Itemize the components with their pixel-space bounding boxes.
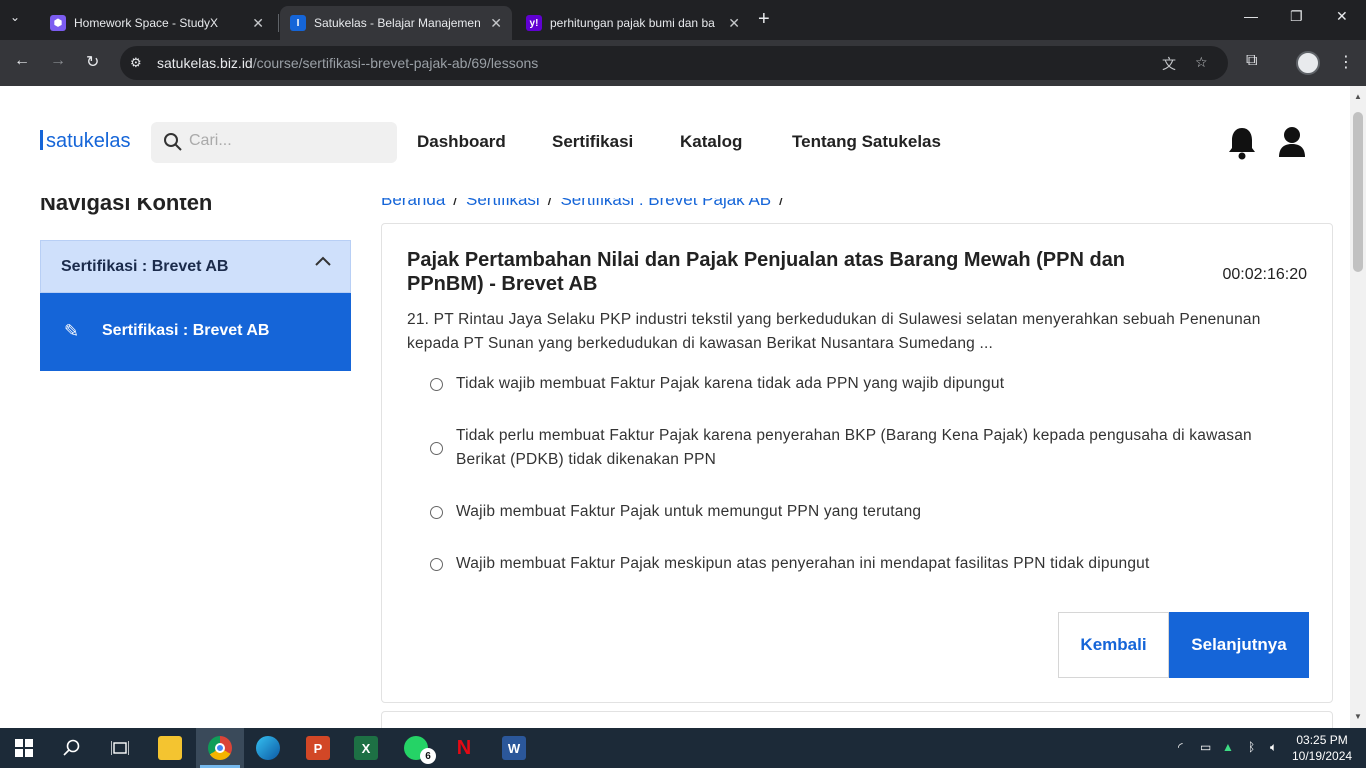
close-window-icon[interactable]: ✕ [1336, 8, 1348, 25]
answer-option-4[interactable]: Wajib membuat Faktur Pajak meskipun atas… [430, 552, 1290, 576]
url-host: satukelas.biz.id [157, 55, 253, 71]
tab-title: Satukelas - Belajar Manajemen [314, 16, 481, 30]
restore-icon[interactable]: ❐ [1290, 8, 1303, 25]
sidebar-item-label: Sertifikasi : Brevet AB [102, 322, 270, 339]
bell-icon[interactable] [1227, 126, 1257, 165]
studyx-hexagon-icon: ⬢ [50, 15, 66, 31]
nav-tentang-satukelas[interactable]: Tentang Satukelas [792, 132, 941, 152]
file-explorer-icon[interactable] [158, 736, 182, 760]
satukelas-logo[interactable]: satukelas [40, 130, 131, 153]
forward-arrow-icon[interactable]: → [50, 52, 66, 70]
quiz-card: Pajak Pertambahan Nilai dan Pajak Penjua… [381, 223, 1333, 703]
search-icon[interactable] [60, 736, 84, 760]
close-tab-icon[interactable]: ✕ [490, 15, 502, 32]
accordion-header[interactable]: Sertifikasi : Brevet AB [40, 240, 351, 293]
tab-title: perhitungan pajak bumi dan ba [550, 16, 715, 30]
pencil-icon: ✎ [64, 321, 80, 341]
site-header: satukelas Dashboard Sertifikasi Katalog … [0, 86, 1350, 198]
url-path: /course/sertifikasi--brevet-pajak-ab/69/… [252, 55, 539, 71]
close-tab-icon[interactable]: ✕ [252, 15, 264, 32]
user-icon[interactable] [1278, 126, 1306, 163]
whatsapp-icon[interactable]: 6 [404, 736, 436, 764]
wifi-icon[interactable]: ◜ [1178, 740, 1183, 754]
back-arrow-icon[interactable]: ← [14, 52, 30, 70]
chrome-icon[interactable] [208, 736, 232, 760]
radio-button[interactable] [430, 377, 443, 391]
option-text: Tidak wajib membuat Faktur Pajak karena … [456, 375, 1005, 392]
excel-icon[interactable]: X [354, 736, 378, 760]
quiz-timer: 00:02:16:20 [1222, 266, 1307, 283]
search-box[interactable] [151, 122, 397, 163]
chevron-up-icon[interactable] [314, 253, 332, 276]
address-bar[interactable]: ⚙ satukelas.biz.id/course/sertifikasi--b… [120, 46, 1228, 80]
minimize-icon[interactable]: — [1244, 8, 1258, 24]
back-button[interactable]: Kembali [1058, 612, 1169, 678]
clock-date: 10/19/2024 [1292, 749, 1353, 763]
extensions-icon[interactable]: ⧉ [1246, 52, 1257, 70]
option-text: Wajib membuat Faktur Pajak untuk memungu… [456, 503, 922, 520]
tab-satukelas[interactable]: I Satukelas - Belajar Manajemen ✕ [280, 6, 512, 40]
next-button[interactable]: Selanjutnya [1169, 612, 1309, 678]
search-icon [163, 132, 183, 157]
radio-button[interactable] [430, 557, 443, 571]
new-tab-icon[interactable]: + [758, 8, 770, 31]
clock-time: 03:25 PM [1296, 733, 1348, 747]
nav-katalog[interactable]: Katalog [680, 132, 742, 152]
tab-search-icon[interactable]: ⌄ [10, 10, 20, 24]
windows-start-icon[interactable] [12, 736, 36, 760]
radio-button[interactable] [430, 505, 443, 519]
browser-toolbar: ← → ↻ ⚙ satukelas.biz.id/course/sertifik… [0, 40, 1366, 86]
logo-text: satukelas [46, 130, 131, 152]
word-icon[interactable]: W [502, 736, 526, 760]
profile-avatar[interactable] [1296, 51, 1320, 75]
option-text: Wajib membuat Faktur Pajak meskipun atas… [456, 555, 1150, 572]
task-view-icon[interactable] [108, 736, 132, 760]
page-scrollbar[interactable]: ▲ ▼ [1350, 86, 1366, 728]
tab-title: Homework Space - StudyX [74, 16, 219, 30]
tab-divider [278, 14, 279, 32]
edge-icon[interactable] [256, 736, 280, 760]
question-text: 21. PT Rintau Jaya Selaku PKP industri t… [407, 311, 1261, 352]
windows-taskbar: P X 6 N W ◜ ▭ ▲ ᛒ 🔈︎ 03:25 PM 10/19/2024 [0, 728, 1366, 768]
app-tray-icon[interactable]: ▲ [1222, 740, 1234, 754]
bookmark-star-icon[interactable]: ☆ [1195, 54, 1208, 71]
close-tab-icon[interactable]: ✕ [728, 15, 740, 32]
radio-button[interactable] [430, 441, 443, 455]
system-clock[interactable]: 03:25 PM 10/19/2024 [1292, 732, 1352, 764]
sidebar-item-brevet-ab[interactable]: ✎ Sertifikasi : Brevet AB [40, 293, 351, 371]
logo-mark [40, 130, 43, 150]
battery-icon[interactable]: ▭ [1200, 740, 1211, 754]
tab-yahoo[interactable]: y! perhitungan pajak bumi dan ba ✕ [516, 6, 750, 40]
powerpoint-icon[interactable]: P [306, 736, 330, 760]
reload-icon[interactable]: ↻ [86, 52, 99, 72]
answer-option-3[interactable]: Wajib membuat Faktur Pajak untuk memungu… [430, 500, 1290, 524]
netflix-icon[interactable]: N [452, 736, 476, 760]
yahoo-icon: y! [526, 15, 542, 31]
translate-icon[interactable]: 文 [1162, 54, 1176, 74]
site-info-icon[interactable]: ⚙ [130, 55, 142, 71]
quiz-title: Pajak Pertambahan Nilai dan Pajak Penjua… [407, 249, 1126, 295]
next-card [381, 711, 1333, 728]
tab-studyx[interactable]: ⬢ Homework Space - StudyX ✕ [40, 6, 274, 40]
volume-icon[interactable]: 🔈︎ [1270, 740, 1277, 755]
url-text[interactable]: satukelas.biz.id/course/sertifikasi--bre… [157, 55, 538, 71]
scroll-down-icon[interactable]: ▼ [1354, 712, 1362, 721]
scroll-thumb[interactable] [1353, 112, 1363, 272]
answer-option-2[interactable]: Tidak perlu membuat Faktur Pajak karena … [430, 424, 1290, 472]
chrome-menu-icon[interactable]: ⋮ [1338, 52, 1354, 72]
bluetooth-icon[interactable]: ᛒ [1248, 740, 1255, 754]
scroll-up-icon[interactable]: ▲ [1354, 92, 1362, 101]
nav-sertifikasi[interactable]: Sertifikasi [552, 132, 633, 152]
browser-tab-bar: ⌄ ⬢ Homework Space - StudyX ✕ I Satukela… [0, 0, 1366, 40]
accordion-label: Sertifikasi : Brevet AB [61, 258, 229, 275]
option-text: Tidak perlu membuat Faktur Pajak karena … [456, 427, 1252, 468]
nav-dashboard[interactable]: Dashboard [417, 132, 506, 152]
search-input[interactable] [189, 132, 379, 150]
answer-option-1[interactable]: Tidak wajib membuat Faktur Pajak karena … [430, 372, 1290, 396]
notification-badge: 6 [420, 748, 436, 764]
satukelas-icon: I [290, 15, 306, 31]
web-page: Navigasi Konten Sertifikasi : Brevet AB … [0, 86, 1350, 728]
